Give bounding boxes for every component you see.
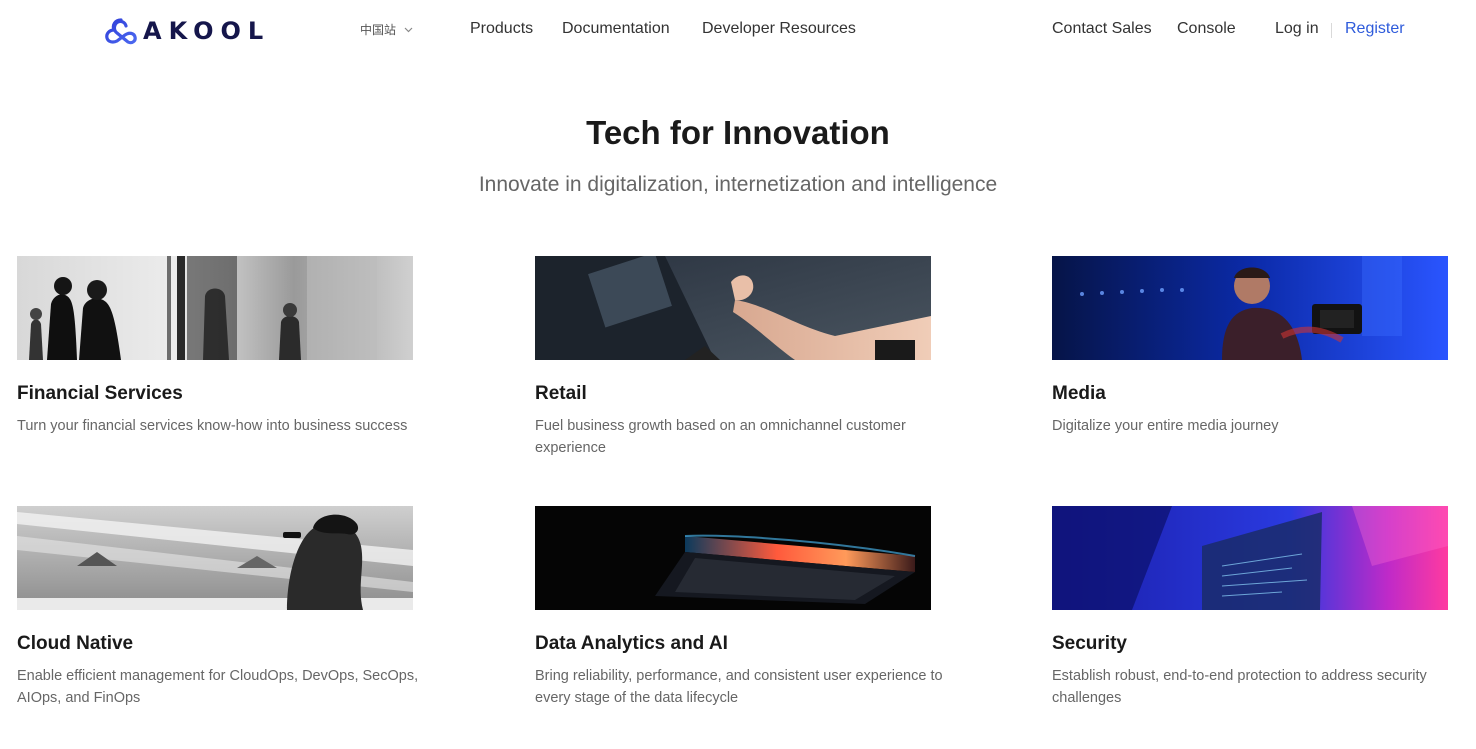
solution-card-retail[interactable]: Retail Fuel business growth based on an … (535, 256, 965, 459)
logo-wordmark: AKOOL (143, 17, 271, 45)
console-link[interactable]: Console (1177, 20, 1236, 38)
card-description: Bring reliability, performance, and cons… (535, 668, 943, 706)
card-description: Enable efficient management for CloudOps… (17, 668, 419, 706)
retail-image (535, 256, 931, 360)
security-image (1052, 506, 1448, 610)
card-title: Security (1052, 633, 1127, 654)
data-analytics-ai-image (535, 506, 931, 610)
section-subtitle: Innovate in digitalization, internetizat… (478, 173, 998, 196)
financial-services-image (17, 256, 413, 360)
media-image (1052, 256, 1448, 360)
card-title: Retail (535, 383, 587, 404)
akool-logo-mark-icon (105, 18, 137, 45)
card-description: Turn your financial services know-how in… (17, 418, 408, 434)
card-description: Digitalize your entire media journey (1052, 418, 1279, 434)
solution-card-cloud-native[interactable]: Cloud Native Enable efficient management… (17, 506, 447, 709)
solution-card-financial-services[interactable]: Financial Services Turn your financial s… (17, 256, 447, 437)
contact-sales-link[interactable]: Contact Sales (1052, 20, 1152, 38)
nav-developer-resources-link[interactable]: Developer Resources (702, 20, 856, 38)
card-description: Establish robust, end-to-end protection … (1052, 668, 1427, 706)
register-link[interactable]: Register (1345, 20, 1405, 38)
section-title: Tech for Innovation (586, 114, 890, 151)
solution-card-media[interactable]: Media Digitalize your entire media journ… (1052, 256, 1476, 437)
solution-card-security[interactable]: Security Establish robust, end-to-end pr… (1052, 506, 1476, 709)
login-link[interactable]: Log in (1275, 20, 1319, 38)
cloud-native-image (17, 506, 413, 610)
card-title: Media (1052, 383, 1106, 404)
region-label: 中国站 (360, 23, 397, 37)
akool-logo[interactable]: AKOOL (103, 14, 270, 48)
top-navigation-bar: AKOOL 中国站 Products Documentation Develop… (0, 0, 1476, 62)
card-title: Cloud Native (17, 633, 134, 654)
card-title: Data Analytics and AI (535, 633, 728, 654)
card-description: Fuel business growth based on an omnicha… (535, 418, 906, 456)
card-title: Financial Services (17, 383, 183, 404)
nav-products-link[interactable]: Products (470, 20, 533, 38)
nav-divider (1331, 23, 1332, 38)
nav-documentation-link[interactable]: Documentation (562, 20, 670, 38)
solution-card-data-analytics-ai[interactable]: Data Analytics and AI Bring reliability,… (535, 506, 965, 709)
chevron-down-icon (404, 27, 413, 32)
region-selector[interactable]: 中国站 (360, 21, 413, 38)
